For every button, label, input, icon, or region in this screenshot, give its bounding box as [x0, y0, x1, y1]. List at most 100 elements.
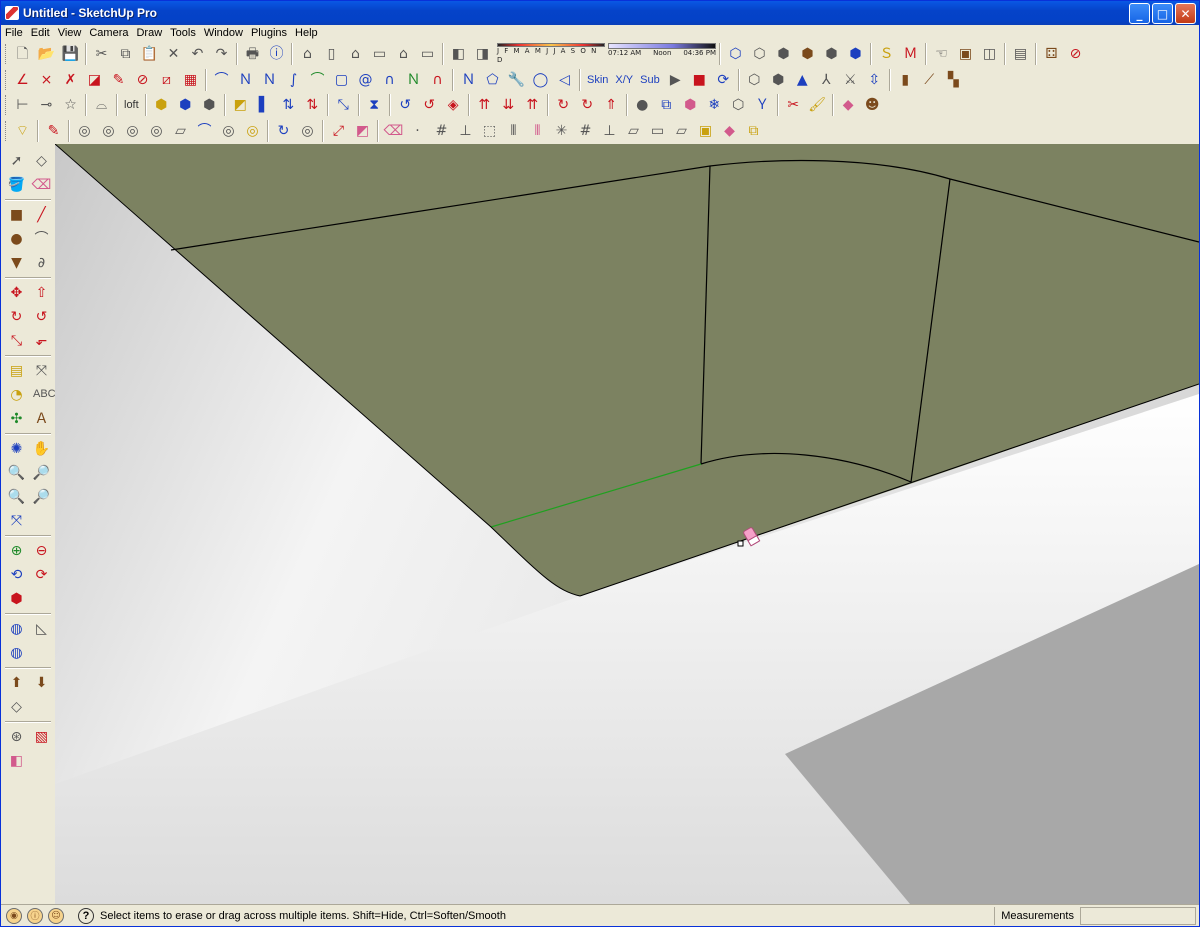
- frame-3d-icon[interactable]: ▱: [670, 120, 693, 143]
- hash-icon[interactable]: #: [430, 120, 453, 143]
- shadow-settings-sliders[interactable]: J F M A M J J A S O N D: [497, 43, 605, 65]
- move-tool-icon[interactable]: ✥: [5, 281, 28, 304]
- tape-measure-tool-icon[interactable]: ▤: [5, 359, 28, 382]
- menu-help[interactable]: Help: [291, 25, 322, 41]
- shelf-icon[interactable]: ▚: [942, 69, 965, 92]
- position-camera-icon[interactable]: ⊛: [5, 725, 28, 748]
- curve-n2-icon[interactable]: Ｎ: [258, 69, 281, 92]
- ring-4-icon[interactable]: ◎: [145, 120, 168, 143]
- help-icon[interactable]: ?: [78, 907, 94, 924]
- next-view-icon[interactable]: 🔎: [30, 485, 53, 508]
- scale-arrow-icon[interactable]: ⤢: [327, 120, 350, 143]
- solid-gray-icon[interactable]: ⬢: [198, 94, 221, 117]
- dynamic-component-icon[interactable]: ◇: [5, 695, 28, 718]
- paint-bucket-icon[interactable]: 🪣: [5, 173, 28, 196]
- spiral-icon[interactable]: @: [354, 69, 377, 92]
- earth-location-icon[interactable]: ◍: [5, 641, 28, 664]
- solid-gold-icon[interactable]: ⬢: [150, 94, 173, 117]
- arc-icon[interactable]: ⌒: [306, 69, 329, 92]
- xy-tool[interactable]: X/Y: [612, 69, 636, 92]
- line-tool-icon[interactable]: ╱: [30, 203, 53, 226]
- menu-camera[interactable]: Camera: [85, 25, 132, 41]
- share-model-icon[interactable]: ⟳: [30, 563, 53, 586]
- circle-tool-icon[interactable]: ●: [5, 227, 28, 250]
- model-info-icon[interactable]: ⓘ: [265, 43, 288, 66]
- get-models-icon[interactable]: ⟲: [5, 563, 28, 586]
- previous-view-icon[interactable]: 🔍: [5, 485, 28, 508]
- axes-tool-icon[interactable]: ✣: [5, 407, 28, 430]
- teardrop-icon[interactable]: ◁: [553, 69, 576, 92]
- arch-red-icon[interactable]: ∩: [426, 69, 449, 92]
- rounded-rect-icon[interactable]: ▢: [330, 69, 353, 92]
- ring-2-icon[interactable]: ◎: [97, 120, 120, 143]
- blue-bar-icon[interactable]: ▌: [253, 94, 276, 117]
- move-axis-icon[interactable]: ⇳: [863, 69, 886, 92]
- component-stack-icon[interactable]: ⧉: [655, 94, 678, 117]
- pink-grid-icon[interactable]: ⦀: [526, 120, 549, 143]
- bars-up-icon[interactable]: ⇈: [473, 94, 496, 117]
- solid-blue-icon[interactable]: ⬢: [174, 94, 197, 117]
- zigzag-icon[interactable]: Ｎ: [402, 69, 425, 92]
- menu-edit[interactable]: Edit: [27, 25, 54, 41]
- redo-icon[interactable]: ↷: [210, 43, 233, 66]
- menu-file[interactable]: File: [1, 25, 27, 41]
- hidden-line-icon[interactable]: ⬢: [772, 43, 795, 66]
- rotate-arc-icon[interactable]: ↻: [552, 94, 575, 117]
- rotate-arc2-icon[interactable]: ↻: [576, 94, 599, 117]
- freehand-tool-icon[interactable]: ∂: [30, 251, 53, 274]
- gem-icon[interactable]: ◆: [837, 94, 860, 117]
- dice-icon[interactable]: ⚃: [1040, 43, 1063, 66]
- pencil-red-icon[interactable]: ✎: [42, 120, 65, 143]
- toggle-terrain-icon[interactable]: ⊖: [30, 539, 53, 562]
- grid-square-icon[interactable]: ▦: [179, 69, 202, 92]
- circle-slash-icon[interactable]: ⊘: [131, 69, 154, 92]
- refresh-icon[interactable]: ⟳: [712, 69, 735, 92]
- scale-tool-icon[interactable]: ⤡: [5, 329, 28, 352]
- skin-tool[interactable]: Skin: [584, 69, 611, 92]
- rotate-tool-icon[interactable]: ↻: [5, 305, 28, 328]
- zoom-tool-icon[interactable]: 🔍: [5, 461, 28, 484]
- gold-box-icon[interactable]: ▣: [694, 120, 717, 143]
- offset-tool-icon[interactable]: ⬐: [30, 329, 53, 352]
- toolbar-grip[interactable]: [5, 95, 8, 115]
- make-component-icon[interactable]: ◇: [30, 149, 53, 172]
- sub-tool[interactable]: Sub: [637, 69, 663, 92]
- add-location-icon[interactable]: ⊕: [5, 539, 28, 562]
- cube-grid-icon[interactable]: ⬚: [478, 120, 501, 143]
- play-icon[interactable]: ▶: [664, 69, 687, 92]
- ring-gold-icon[interactable]: ◎: [241, 120, 264, 143]
- toolbar-grip[interactable]: [5, 121, 8, 141]
- plane-icon[interactable]: ▱: [169, 120, 192, 143]
- frame-icon[interactable]: ▭: [646, 120, 669, 143]
- warehouse-down-icon[interactable]: ⬇: [30, 671, 53, 694]
- asterisk-grid-icon[interactable]: ✳: [550, 120, 573, 143]
- push-pull-tool-icon[interactable]: ⇧: [30, 281, 53, 304]
- rotate-red-icon[interactable]: ↺: [418, 94, 441, 117]
- top-view-icon[interactable]: ▯: [320, 43, 343, 66]
- line-cross-icon[interactable]: ⨯: [35, 69, 58, 92]
- iso-view-icon[interactable]: ⌂: [296, 43, 319, 66]
- menu-draw[interactable]: Draw: [132, 25, 166, 41]
- sandbox-s-icon[interactable]: Ｓ: [875, 43, 898, 66]
- push-red-icon[interactable]: ⇅: [301, 94, 324, 117]
- snowflake-icon[interactable]: ❄: [703, 94, 726, 117]
- line-x-icon[interactable]: ✗: [59, 69, 82, 92]
- front-view-icon[interactable]: ⌂: [344, 43, 367, 66]
- menu-plugins[interactable]: Plugins: [247, 25, 291, 41]
- camera-ring-icon[interactable]: ◎: [296, 120, 319, 143]
- protractor-tool-icon[interactable]: ◔: [5, 383, 28, 406]
- warehouse-up-icon[interactable]: ⬆: [5, 671, 28, 694]
- print-icon[interactable]: 🖶: [241, 43, 264, 66]
- google-earth-icon[interactable]: ◍: [5, 617, 28, 640]
- open-file-icon[interactable]: 📂: [35, 43, 58, 66]
- wire-cube-icon[interactable]: ⬡: [727, 94, 750, 117]
- eraser-small-icon[interactable]: ⌫: [382, 120, 405, 143]
- polygon-icon[interactable]: ⬠: [481, 69, 504, 92]
- pink-box-icon[interactable]: ◆: [718, 120, 741, 143]
- orbit-tool-icon[interactable]: ✺: [5, 437, 28, 460]
- maximize-button[interactable]: □: [1152, 3, 1173, 24]
- hourglass-icon[interactable]: ⧗: [363, 94, 386, 117]
- bend-icon[interactable]: ⌓: [90, 94, 113, 117]
- y-branch-icon[interactable]: Ｙ: [751, 94, 774, 117]
- save-icon[interactable]: 💾: [59, 43, 82, 66]
